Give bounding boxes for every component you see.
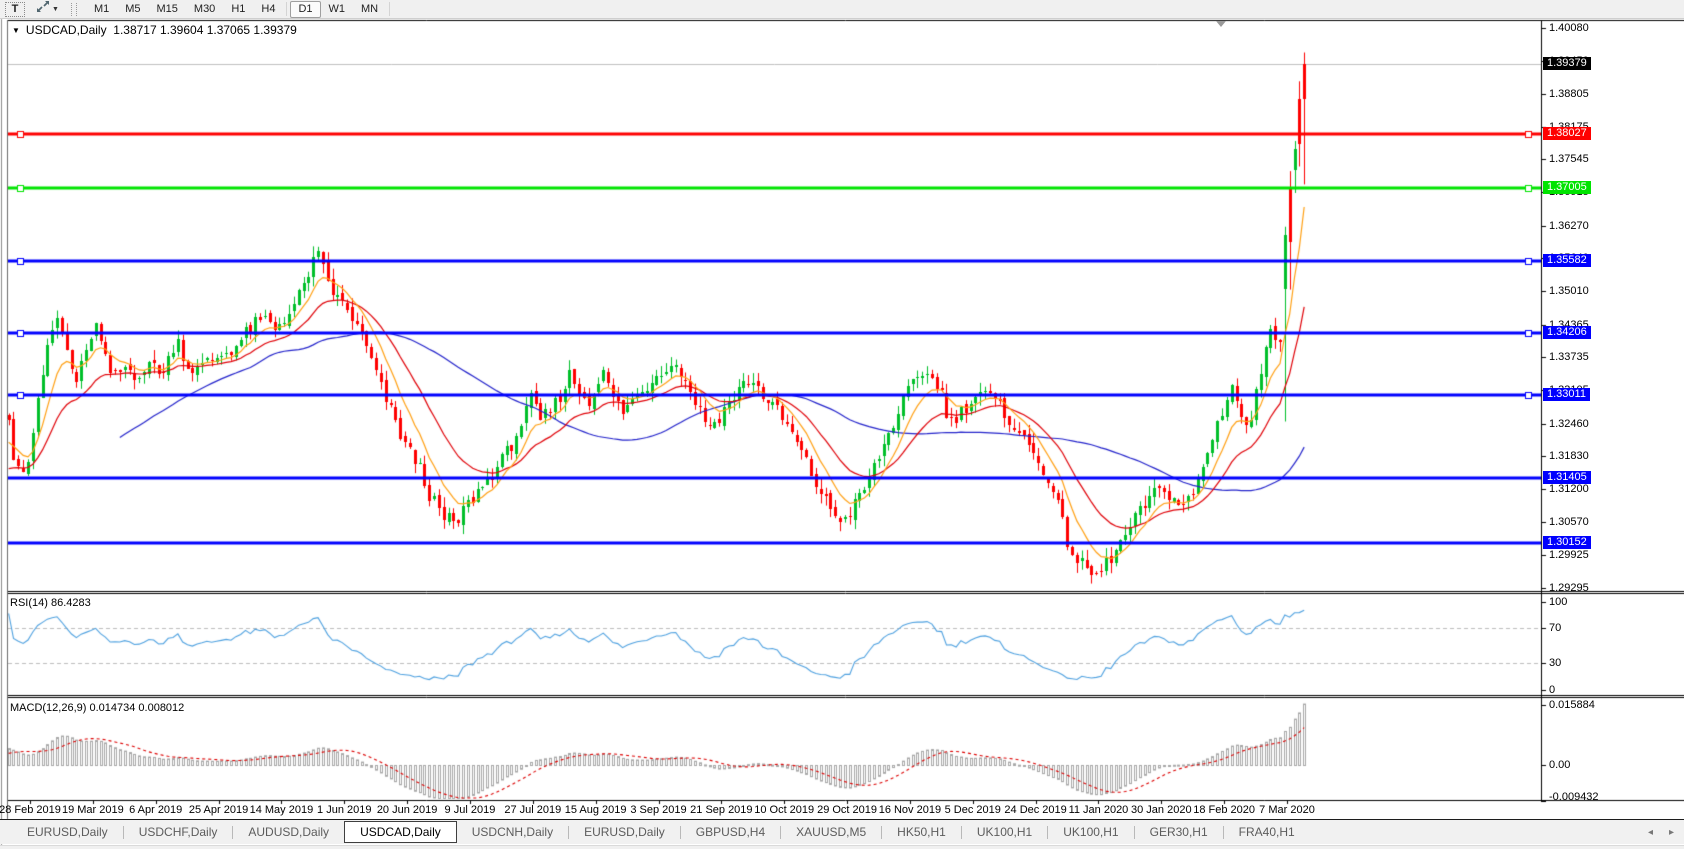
- date-axis-label: 28 Feb 2019: [0, 804, 61, 816]
- timeframe-button-m30[interactable]: M30: [186, 1, 223, 18]
- macd-indicator-label: MACD(12,26,9) 0.014734 0.008012: [10, 702, 184, 714]
- timeframe-button-mn[interactable]: MN: [353, 1, 386, 18]
- tab-scroll-right-icon[interactable]: ▸: [1669, 827, 1674, 838]
- tab-hk50-h1[interactable]: HK50,H1: [882, 822, 961, 842]
- date-axis-label: 29 Oct 2019: [817, 804, 877, 816]
- toolbar-drag-handle[interactable]: [71, 3, 77, 16]
- tab-fra40-h1[interactable]: FRA40,H1: [1224, 822, 1310, 842]
- date-axis-label: 27 Jul 2019: [504, 804, 561, 816]
- date-axis-label: 21 Sep 2019: [690, 804, 752, 816]
- price-axis-tick: 1.30570: [1549, 516, 1589, 528]
- date-axis-label: 15 Aug 2019: [565, 804, 627, 816]
- macd-axis-tick: -0.009432: [1549, 791, 1599, 803]
- timeframe-button-m5[interactable]: M5: [117, 1, 148, 18]
- price-axis-tick: 1.38805: [1549, 88, 1589, 100]
- timeframe-button-h1[interactable]: H1: [223, 1, 253, 18]
- price-axis-tick: 1.31830: [1549, 450, 1589, 462]
- chart-header: ▼ USDCAD,Daily 1.38717 1.39604 1.37065 1.…: [12, 23, 297, 37]
- date-axis-label: 10 Oct 2019: [754, 804, 814, 816]
- price-axis-tick: 1.35010: [1549, 285, 1589, 297]
- date-axis-label: 11 Jan 2020: [1069, 804, 1129, 816]
- tab-xauusd-m5[interactable]: XAUUSD,M5: [781, 822, 881, 842]
- timeframe-button-m1[interactable]: M1: [86, 1, 117, 18]
- rsi-axis-tick: 0: [1549, 684, 1555, 696]
- level-price-tag: 1.34206: [1543, 326, 1591, 339]
- timeframe-button-h4[interactable]: H4: [253, 1, 283, 18]
- chart-canvas[interactable]: [0, 0, 1684, 849]
- date-axis-label: 25 Apr 2019: [189, 804, 248, 816]
- price-axis-tick: 1.32460: [1549, 418, 1589, 430]
- price-axis-tick: 1.29925: [1549, 549, 1589, 561]
- status-strip: [0, 845, 1684, 849]
- level-price-tag: 1.30152: [1543, 536, 1591, 549]
- price-axis-tick: 1.31200: [1549, 483, 1589, 495]
- date-axis-label: 6 Apr 2019: [129, 804, 182, 816]
- date-axis-label: 30 Jan 2020: [1131, 804, 1192, 816]
- price-axis-tick: 1.36270: [1549, 220, 1589, 232]
- symbol-collapse-icon[interactable]: ▼: [12, 26, 20, 35]
- macd-axis-tick: 0.00: [1549, 759, 1570, 771]
- level-price-tag: 1.33011: [1543, 388, 1590, 401]
- tab-eurusd-daily[interactable]: EURUSD,Daily: [12, 822, 123, 842]
- timeframe-button-w1[interactable]: W1: [321, 1, 354, 18]
- timeframe-button-m15[interactable]: M15: [149, 1, 186, 18]
- date-axis-label: 5 Dec 2019: [945, 804, 1001, 816]
- arrange-tools-button[interactable]: ▼: [33, 2, 62, 17]
- tab-usdcnh-daily[interactable]: USDCNH,Daily: [457, 822, 568, 842]
- chart-ohlc-values: 1.38717 1.39604 1.37065 1.39379: [113, 23, 297, 37]
- current-price-tag: 1.39379: [1543, 57, 1591, 70]
- level-price-tag: 1.35582: [1543, 254, 1591, 267]
- timeframe-button-d1[interactable]: D1: [290, 1, 320, 18]
- date-axis-label: 9 Jul 2019: [445, 804, 496, 816]
- tab-uk100-h1[interactable]: UK100,H1: [962, 822, 1047, 842]
- level-price-tag: 1.37005: [1543, 181, 1591, 194]
- rsi-axis-tick: 70: [1549, 622, 1561, 634]
- tab-scroll-left-icon[interactable]: ◂: [1648, 827, 1653, 838]
- macd-axis-tick: 0.015884: [1549, 699, 1595, 711]
- rsi-axis-tick: 100: [1549, 596, 1567, 608]
- tab-usdcad-daily[interactable]: USDCAD,Daily: [344, 821, 457, 843]
- chart-shift-marker[interactable]: [1216, 21, 1226, 27]
- tab-ger30-h1[interactable]: GER30,H1: [1135, 822, 1223, 842]
- chart-tab-bar: EURUSD,DailyUSDCHF,DailyAUDUSD,DailyUSDC…: [0, 819, 1684, 844]
- text-tool-button[interactable]: T: [5, 2, 25, 17]
- date-axis-label: 19 Mar 2019: [62, 804, 124, 816]
- mt4-window: T ▼ M1M5M15M30H1H4 D1W1MN ▼ USDCAD,Daily 1…: [0, 0, 1684, 849]
- date-axis-label: 14 May 2019: [250, 804, 314, 816]
- toolbar-separator: [286, 2, 287, 16]
- price-axis-tick: 1.29295: [1549, 582, 1589, 594]
- tab-navigation: ◂ ▸: [1648, 820, 1674, 845]
- chevron-down-icon: ▼: [52, 6, 59, 13]
- tab-audusd-daily[interactable]: AUDUSD,Daily: [233, 822, 344, 842]
- timeframe-group: M1M5M15M30H1H4 D1W1MN: [86, 1, 393, 18]
- toolbar: T ▼ M1M5M15M30H1H4 D1W1MN: [0, 0, 1684, 19]
- price-axis-tick: 1.40080: [1549, 22, 1589, 34]
- date-axis-label: 7 Mar 2020: [1259, 804, 1315, 816]
- level-price-tag: 1.38027: [1543, 127, 1591, 140]
- price-axis-tick: 1.33735: [1549, 351, 1589, 363]
- toolbar-separator: [389, 2, 390, 16]
- date-axis-label: 20 Jun 2019: [377, 804, 438, 816]
- level-price-tag: 1.31405: [1543, 471, 1591, 484]
- date-axis-label: 3 Sep 2019: [630, 804, 686, 816]
- price-axis-tick: 1.37545: [1549, 153, 1589, 165]
- rsi-axis-tick: 30: [1549, 657, 1561, 669]
- date-axis-label: 18 Feb 2020: [1193, 804, 1255, 816]
- tab-gbpusd-h4[interactable]: GBPUSD,H4: [681, 822, 780, 842]
- chart-symbol-label: USDCAD,Daily: [26, 23, 107, 37]
- tab-uk100-h1[interactable]: UK100,H1: [1048, 822, 1133, 842]
- rsi-indicator-label: RSI(14) 86.4283: [10, 597, 91, 609]
- date-axis-label: 16 Nov 2019: [879, 804, 941, 816]
- tab-usdchf-daily[interactable]: USDCHF,Daily: [124, 822, 233, 842]
- date-axis-label: 1 Jun 2019: [317, 804, 371, 816]
- diagonal-arrows-icon: [36, 0, 50, 18]
- date-axis-label: 24 Dec 2019: [1004, 804, 1066, 816]
- tab-eurusd-daily[interactable]: EURUSD,Daily: [569, 822, 680, 842]
